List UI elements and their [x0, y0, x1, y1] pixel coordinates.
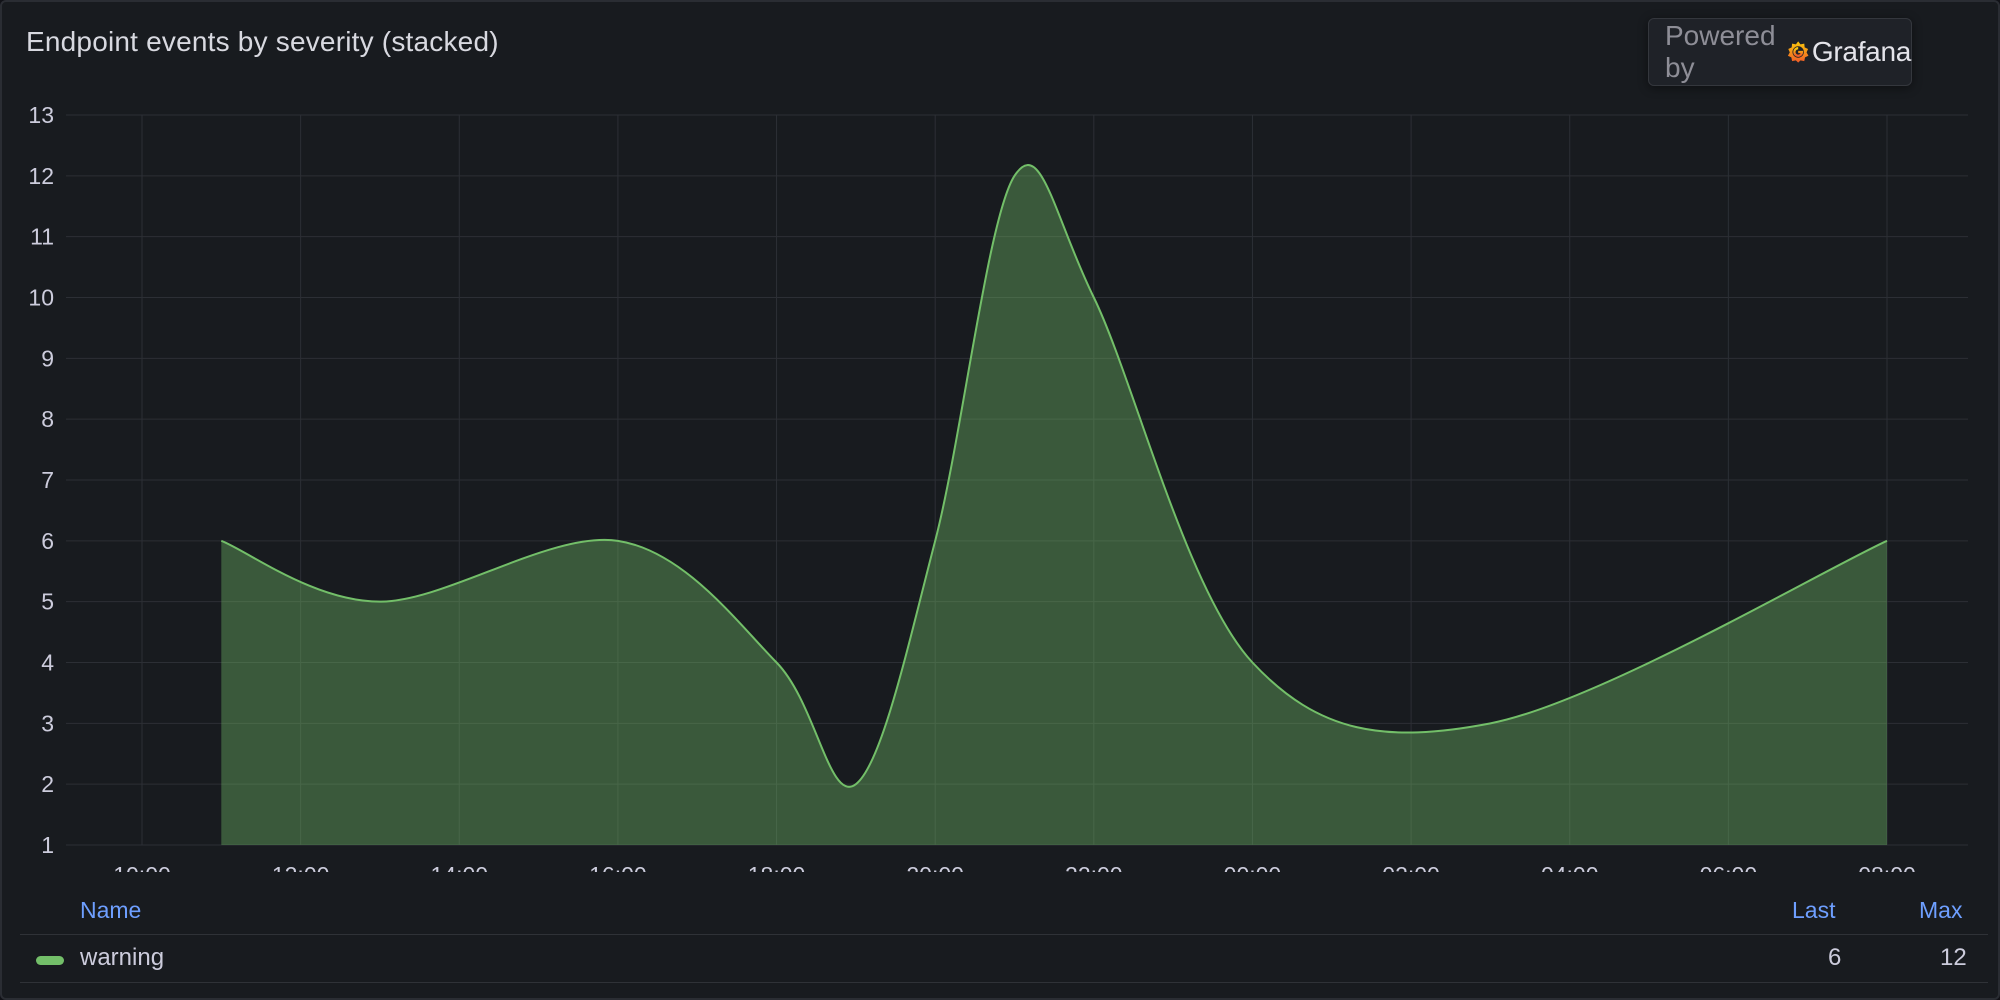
x-tick-label: 10:00: [113, 862, 171, 872]
x-tick-label: 08:00: [1858, 862, 1916, 872]
x-tick-label: 16:00: [589, 862, 647, 872]
y-tick-label: 2: [41, 771, 54, 797]
y-tick-label: 4: [41, 650, 54, 676]
y-tick-label: 8: [41, 406, 54, 432]
legend-header-name[interactable]: Name: [80, 897, 141, 924]
legend-divider-top: [20, 934, 1988, 935]
x-tick-label: 04:00: [1541, 862, 1599, 872]
x-tick-label: 00:00: [1224, 862, 1282, 872]
legend-series-last: 6: [1828, 944, 1842, 971]
legend-divider-bottom: [20, 982, 1988, 983]
y-tick-label: 11: [30, 224, 54, 250]
y-tick-label: 6: [41, 528, 54, 554]
x-tick-label: 22:00: [1065, 862, 1123, 872]
series-area-warning: [221, 165, 1888, 846]
chart-panel: Endpoint events by severity (stacked) Po…: [0, 0, 2000, 1000]
legend-series-max: 12: [1940, 944, 1967, 971]
x-tick-label: 14:00: [430, 862, 488, 872]
y-tick-label: 12: [28, 163, 54, 189]
y-tick-label: 5: [41, 589, 54, 615]
y-tick-label: 13: [28, 102, 54, 128]
y-tick-label: 9: [41, 345, 54, 371]
x-tick-label: 12:00: [272, 862, 330, 872]
time-series-chart[interactable]: 12345678910111213 10:0012:0014:0016:0018…: [2, 2, 2000, 872]
y-tick-label: 7: [41, 467, 54, 493]
legend-header-last[interactable]: Last: [1792, 897, 1835, 924]
legend-header-max[interactable]: Max: [1919, 897, 1962, 924]
x-tick-label: 02:00: [1382, 862, 1440, 872]
y-tick-label: 10: [28, 285, 54, 311]
x-tick-label: 18:00: [748, 862, 806, 872]
y-tick-label: 3: [41, 710, 54, 736]
x-tick-label: 20:00: [906, 862, 964, 872]
legend-series-name[interactable]: warning: [80, 944, 164, 972]
legend-color-swatch: [36, 956, 64, 965]
x-tick-label: 06:00: [1700, 862, 1758, 872]
y-tick-label: 1: [41, 832, 54, 858]
